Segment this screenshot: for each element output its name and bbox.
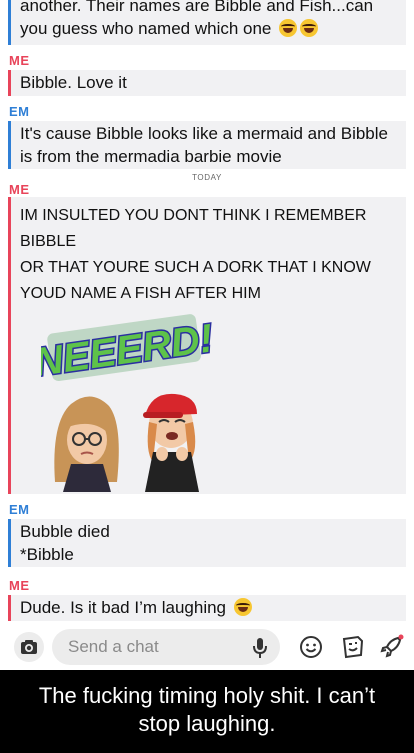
laughing-emoji-icon: [279, 19, 298, 37]
message-bubble: another. Their names are Bibble and Fish…: [8, 0, 406, 45]
camera-icon: [21, 640, 37, 654]
chat-window: another. Their names are Bibble and Fish…: [0, 0, 414, 670]
caption-line: stop laughing.: [138, 711, 276, 736]
chat-input[interactable]: [52, 629, 280, 665]
message-bubble: It's cause Bibble looks like a mermaid a…: [8, 121, 406, 169]
rocket-icon[interactable]: [378, 634, 404, 660]
message-text: Dude. Is it bad I’m laughing: [20, 598, 227, 617]
smiley-icon[interactable]: [298, 634, 324, 660]
date-divider: TODAY: [192, 173, 222, 182]
sender-label: EM: [9, 104, 30, 119]
message-bubble: Dude. Is it bad I’m laughing: [8, 595, 406, 621]
message-text: Bibble. Love it: [20, 73, 127, 92]
message-line: *Bibble: [20, 545, 74, 564]
message-bubble: Bibble. Love it: [8, 70, 406, 96]
sender-label: ME: [9, 578, 30, 593]
message-line: YOUD NAME A FISH AFTER HIM: [20, 285, 261, 302]
chat-composer: [0, 625, 414, 670]
bitmoji-right: [143, 393, 199, 492]
sender-label: EM: [9, 502, 30, 517]
message-bubble: Bubble died *Bibble: [8, 519, 406, 567]
sender-label: ME: [9, 182, 30, 197]
camera-button[interactable]: [14, 632, 44, 662]
bitmoji-left: [54, 396, 119, 492]
nerd-bitmoji-sticker: NEEERD!: [41, 314, 217, 492]
message-line: OR THAT YOURE SUCH A DORK THAT I KNOW: [20, 259, 371, 276]
message-text: you guess who named which one: [20, 19, 272, 38]
message-bubble: IM INSULTED YOU DONT THINK I REMEMBER BI…: [8, 197, 406, 494]
message-line: IM INSULTED YOU DONT THINK I REMEMBER: [20, 207, 367, 224]
message-text-block: IM INSULTED YOU DONT THINK I REMEMBER BI…: [20, 203, 398, 307]
microphone-icon[interactable]: [250, 636, 270, 660]
sticker-icon[interactable]: [340, 634, 366, 660]
caption-line: The fucking timing holy shit. I can’t: [38, 683, 376, 708]
message-line: is from the mermadia barbie movie: [20, 147, 282, 166]
sender-label: ME: [9, 53, 30, 68]
laughing-emoji-icon: [233, 598, 252, 616]
message-line: BIBBLE: [20, 233, 77, 250]
message-line: another. Their names are Bibble and Fish…: [20, 0, 374, 15]
message-line: It's cause Bibble looks like a mermaid a…: [20, 124, 388, 143]
message-line: Bubble died: [20, 522, 110, 541]
laughing-emoji-icon: [300, 19, 319, 37]
message-line: you guess who named which one: [20, 17, 400, 40]
meme-caption: The fucking timing holy shit. I can’t st…: [0, 670, 414, 753]
